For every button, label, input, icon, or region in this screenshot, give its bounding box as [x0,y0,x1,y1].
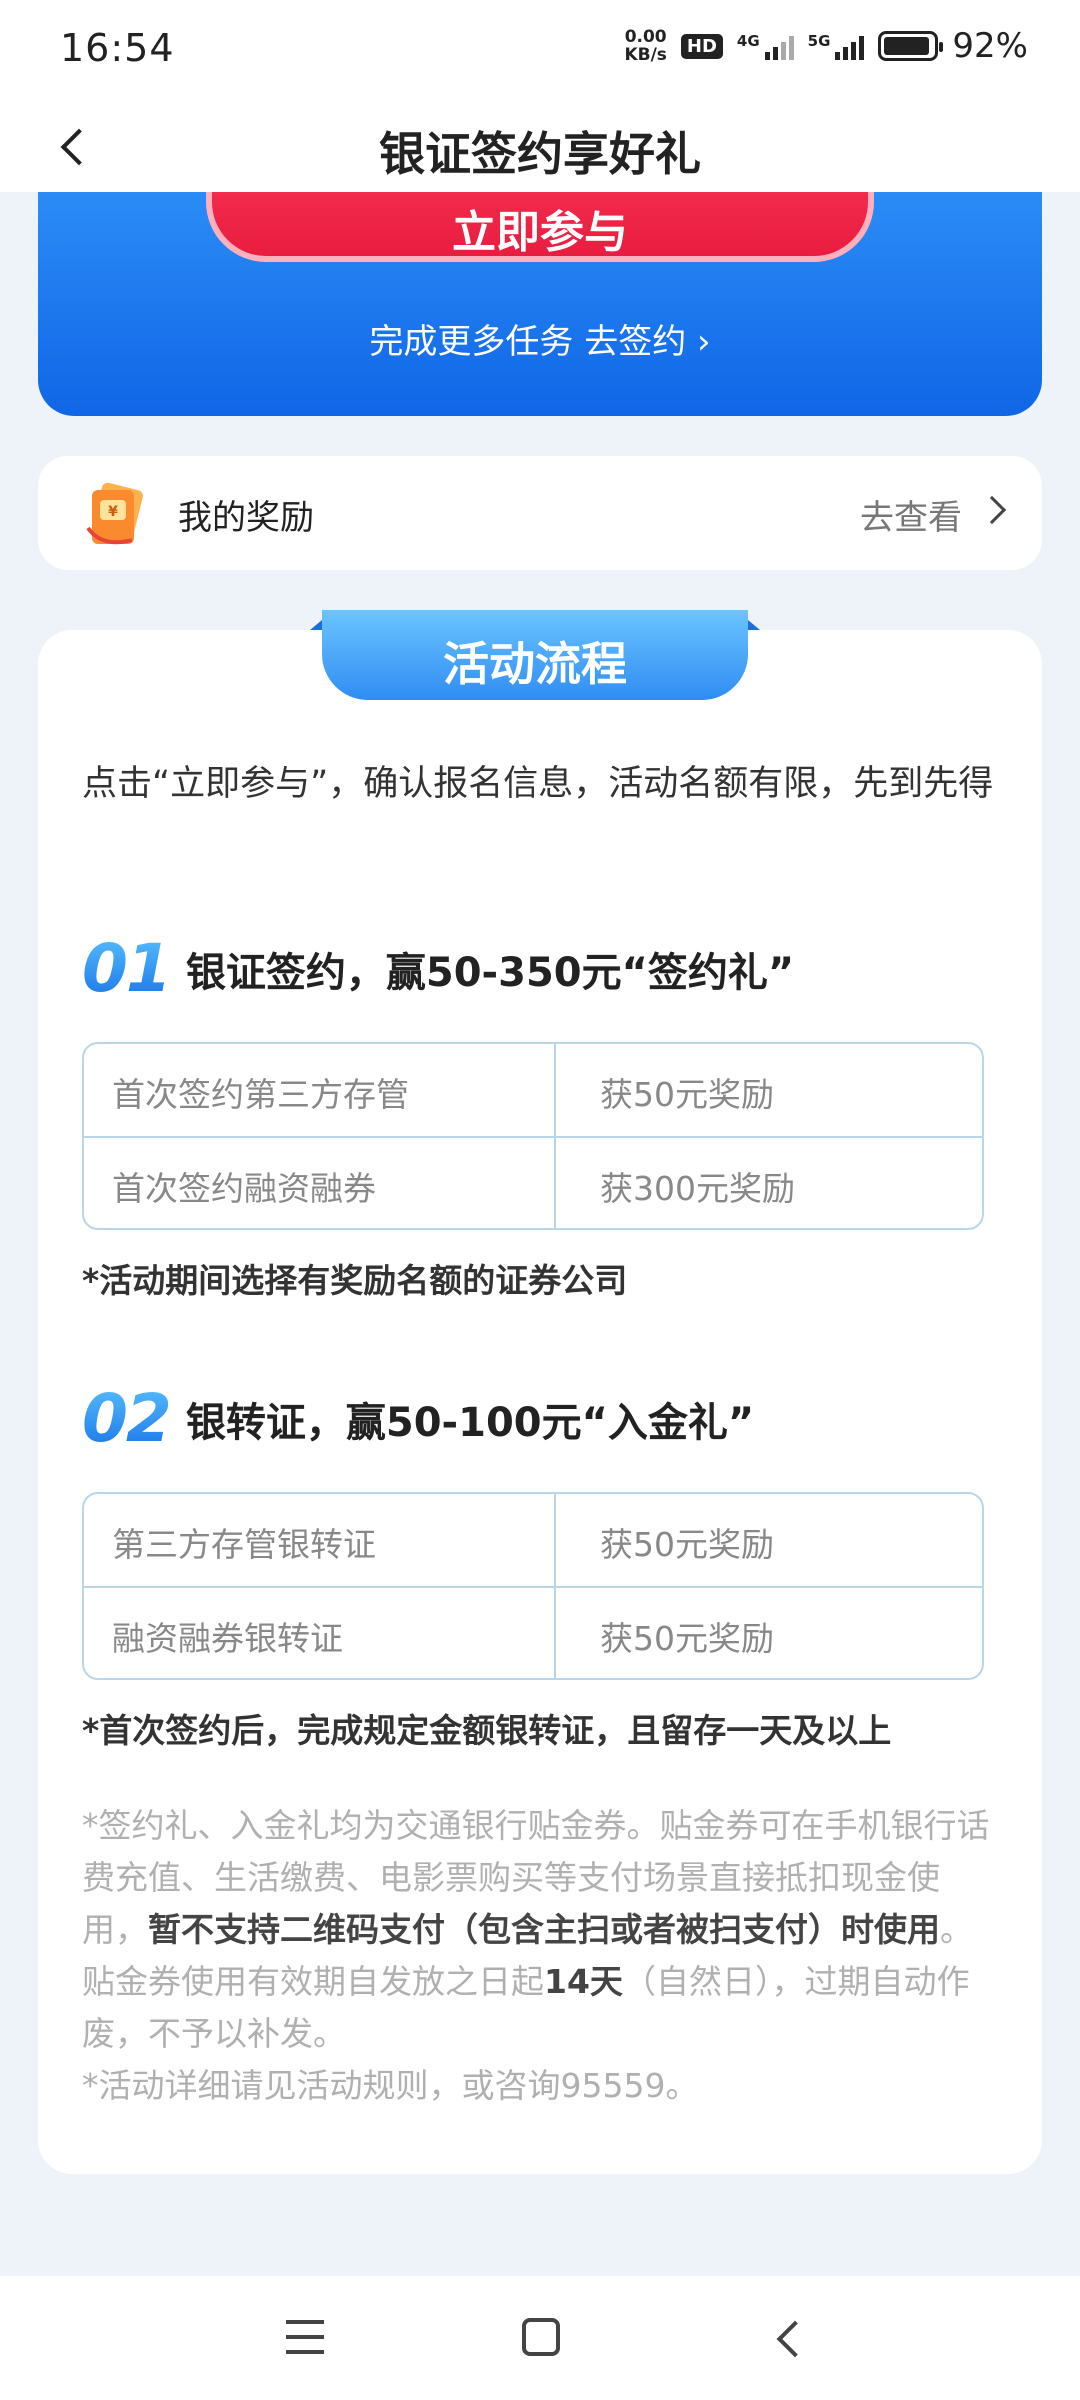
step-1-number: 01 [82,930,172,1007]
my-rewards-label: 我的奖励 [178,498,314,538]
home-square-icon[interactable] [522,2318,560,2356]
step-2-note: *首次签约后，完成规定金额银转证，且留存一天及以上 [82,1711,892,1750]
battery-icon [878,31,944,61]
step-2-number: 02 [82,1380,172,1457]
nav-bar: 银证签约享好礼 [0,96,1080,192]
join-button[interactable]: 立即参与 [206,192,874,262]
my-rewards-row[interactable]: ¥ 我的奖励 去查看 [38,456,1042,570]
step-1-note: *活动期间选择有奖励名额的证券公司 [82,1261,628,1300]
menu-icon[interactable] [286,2320,324,2354]
step-1-title: 银证签约，赢50-350元“签约礼” [185,949,795,996]
more-tasks-link[interactable]: 完成更多任务 去签约 › [38,314,1042,363]
step-1-header: 01 银证签约，赢50-350元“签约礼” [82,930,794,1007]
promo-banner: 立即参与 完成更多任务 去签约 › [38,192,1042,416]
step-1-table: 首次签约第三方存管 获50元奖励 首次签约融资融券 获300元奖励 [82,1042,984,1230]
system-nav-bar [0,2276,1080,2400]
step-2-title: 银转证，赢50-100元“入金礼” [185,1399,755,1446]
signal-5g-icon: 5G [808,32,865,60]
gift-voucher-icon: ¥ [86,482,143,545]
status-indicators: 0.00 KB/s HD 4G 5G 92% [624,26,1028,66]
table-row: 首次签约融资融券 获300元奖励 [84,1136,982,1228]
back-arrow-icon[interactable] [770,2320,806,2356]
process-tab-header: 活动流程 [310,610,760,700]
table-row: 融资融券银转证 获50元奖励 [84,1586,982,1678]
svg-text:¥: ¥ [108,504,118,520]
fine-print-contact: *活动详细请见活动规则，或咨询95559。 [82,2066,699,2105]
step-2-table: 第三方存管银转证 获50元奖励 融资融券银转证 获50元奖励 [82,1492,984,1680]
table-row: 首次签约第三方存管 获50元奖励 [84,1044,982,1136]
signal-4g-icon: 4G [737,32,794,60]
table-row: 第三方存管银转证 获50元奖励 [84,1494,982,1586]
join-button-label: 立即参与 [452,207,628,258]
view-rewards-link[interactable]: 去查看 [860,490,962,539]
status-bar: 16:54 0.00 KB/s HD 4G 5G 92% [0,0,1080,96]
battery-percent: 92% [952,26,1028,66]
activity-process-card: 活动流程 点击“立即参与”，确认报名信息，活动名额有限，先到先得 01 银证签约… [38,610,1042,2174]
process-title: 活动流程 [443,637,627,691]
step-2-header: 02 银转证，赢50-100元“入金礼” [82,1380,754,1457]
page-title: 银证签约享好礼 [379,127,701,181]
fine-print: *签约礼、入金礼均为交通银行贴金券。贴金券可在手机银行话费充值、生活缴费、电影票… [82,1800,1002,2112]
hd-badge: HD [680,33,723,59]
process-intro: 点击“立即参与”，确认报名信息，活动名额有限，先到先得 [82,764,994,804]
network-speed: 0.00 KB/s [624,27,667,65]
status-time: 16:54 [60,26,175,70]
chevron-right-icon [977,495,1007,525]
